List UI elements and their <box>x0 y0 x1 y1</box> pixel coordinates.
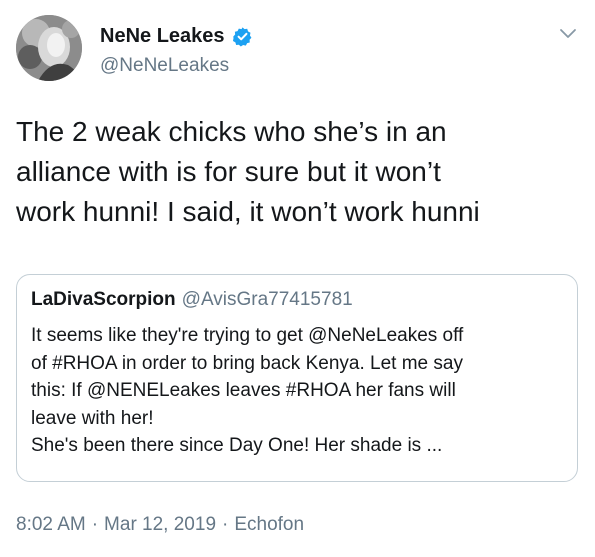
profile-photo <box>16 15 82 81</box>
author-name-row[interactable]: NeNe Leakes <box>100 24 253 48</box>
avatar[interactable] <box>16 15 82 81</box>
tweet-card: NeNe Leakes @NeNeLeakes The 2 weak chick… <box>0 0 595 557</box>
tweet-time[interactable]: 8:02 AM <box>16 514 86 535</box>
meta-separator: · <box>222 514 229 535</box>
quoted-author-handle: @AvisGra77415781 <box>181 289 353 310</box>
tweet-text: The 2 weak chicks who she’s in an allian… <box>16 112 581 232</box>
quoted-text-line: this: If @NENELeakes leaves #RHOA her fa… <box>31 380 456 401</box>
tweet-meta: 8:02 AM · Mar 12, 2019 · Echofon <box>16 513 304 537</box>
chevron-down-icon[interactable] <box>557 24 579 42</box>
tweet-date[interactable]: Mar 12, 2019 <box>104 514 216 535</box>
quoted-tweet-header: LaDivaScorpion @AvisGra77415781 <box>31 288 353 312</box>
quoted-text-line: It seems like they're trying to get @NeN… <box>31 325 464 346</box>
quoted-text-line: of #RHOA in order to bring back Kenya. L… <box>31 352 463 374</box>
verified-badge-icon <box>232 26 253 47</box>
quoted-text-line: She's been there since Day One! Her shad… <box>31 435 443 456</box>
quoted-tweet-text: It seems like they're trying to get @NeN… <box>31 322 567 460</box>
tweet-text-line: The 2 weak chicks who she’s in an <box>16 116 447 147</box>
quoted-tweet[interactable]: LaDivaScorpion @AvisGra77415781 It seems … <box>16 274 578 482</box>
author-handle[interactable]: @NeNeLeakes <box>100 54 229 78</box>
tweet-text-line: work hunni! I said, it won’t work hunni <box>16 196 480 227</box>
meta-separator: · <box>91 514 99 535</box>
author-display-name[interactable]: NeNe Leakes <box>100 24 225 48</box>
quoted-text-line: leave with her! <box>31 407 154 429</box>
tweet-text-line: alliance with is for sure but it won’t <box>16 156 441 187</box>
quoted-author-name: LaDivaScorpion <box>31 289 176 310</box>
tweet-source-link[interactable]: Echofon <box>234 514 304 535</box>
